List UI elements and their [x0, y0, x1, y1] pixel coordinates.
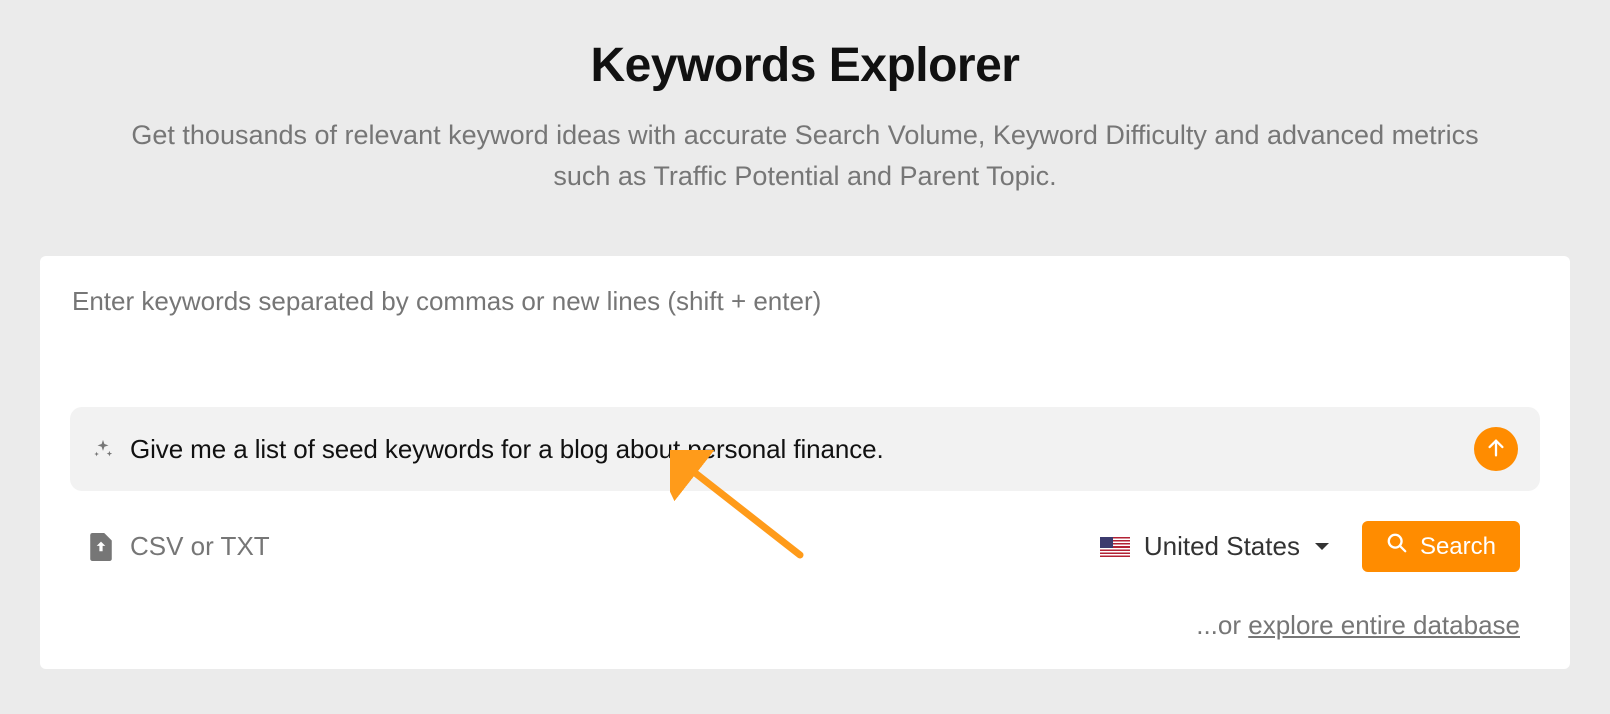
country-label: United States [1144, 531, 1300, 562]
right-controls: United States Search [1100, 521, 1520, 572]
explore-database-link[interactable]: explore entire database [1248, 610, 1520, 640]
search-button[interactable]: Search [1362, 521, 1520, 572]
page-subtitle: Get thousands of relevant keyword ideas … [105, 115, 1505, 196]
file-upload-icon [90, 533, 112, 561]
file-upload-button[interactable]: CSV or TXT [90, 531, 270, 562]
sparkle-icon [92, 438, 114, 460]
us-flag-icon [1100, 537, 1130, 557]
country-selector[interactable]: United States [1100, 531, 1330, 562]
ai-suggestion-input[interactable]: Give me a list of seed keywords for a bl… [70, 407, 1540, 491]
file-upload-label: CSV or TXT [130, 531, 270, 562]
explore-prefix: ...or [1196, 610, 1248, 640]
arrow-up-icon [1485, 437, 1507, 462]
search-card: Enter keywords separated by commas or ne… [40, 256, 1570, 669]
search-button-label: Search [1420, 533, 1496, 561]
bottom-controls: CSV or TXT United States [70, 521, 1540, 572]
keywords-input[interactable]: Enter keywords separated by commas or ne… [70, 286, 1540, 317]
submit-ai-button[interactable] [1474, 427, 1518, 471]
explore-database-row: ...or explore entire database [70, 610, 1540, 641]
search-icon [1386, 532, 1408, 561]
ai-prompt-text: Give me a list of seed keywords for a bl… [130, 434, 1458, 465]
chevron-down-icon [1314, 542, 1330, 552]
page-title: Keywords Explorer [0, 0, 1610, 93]
